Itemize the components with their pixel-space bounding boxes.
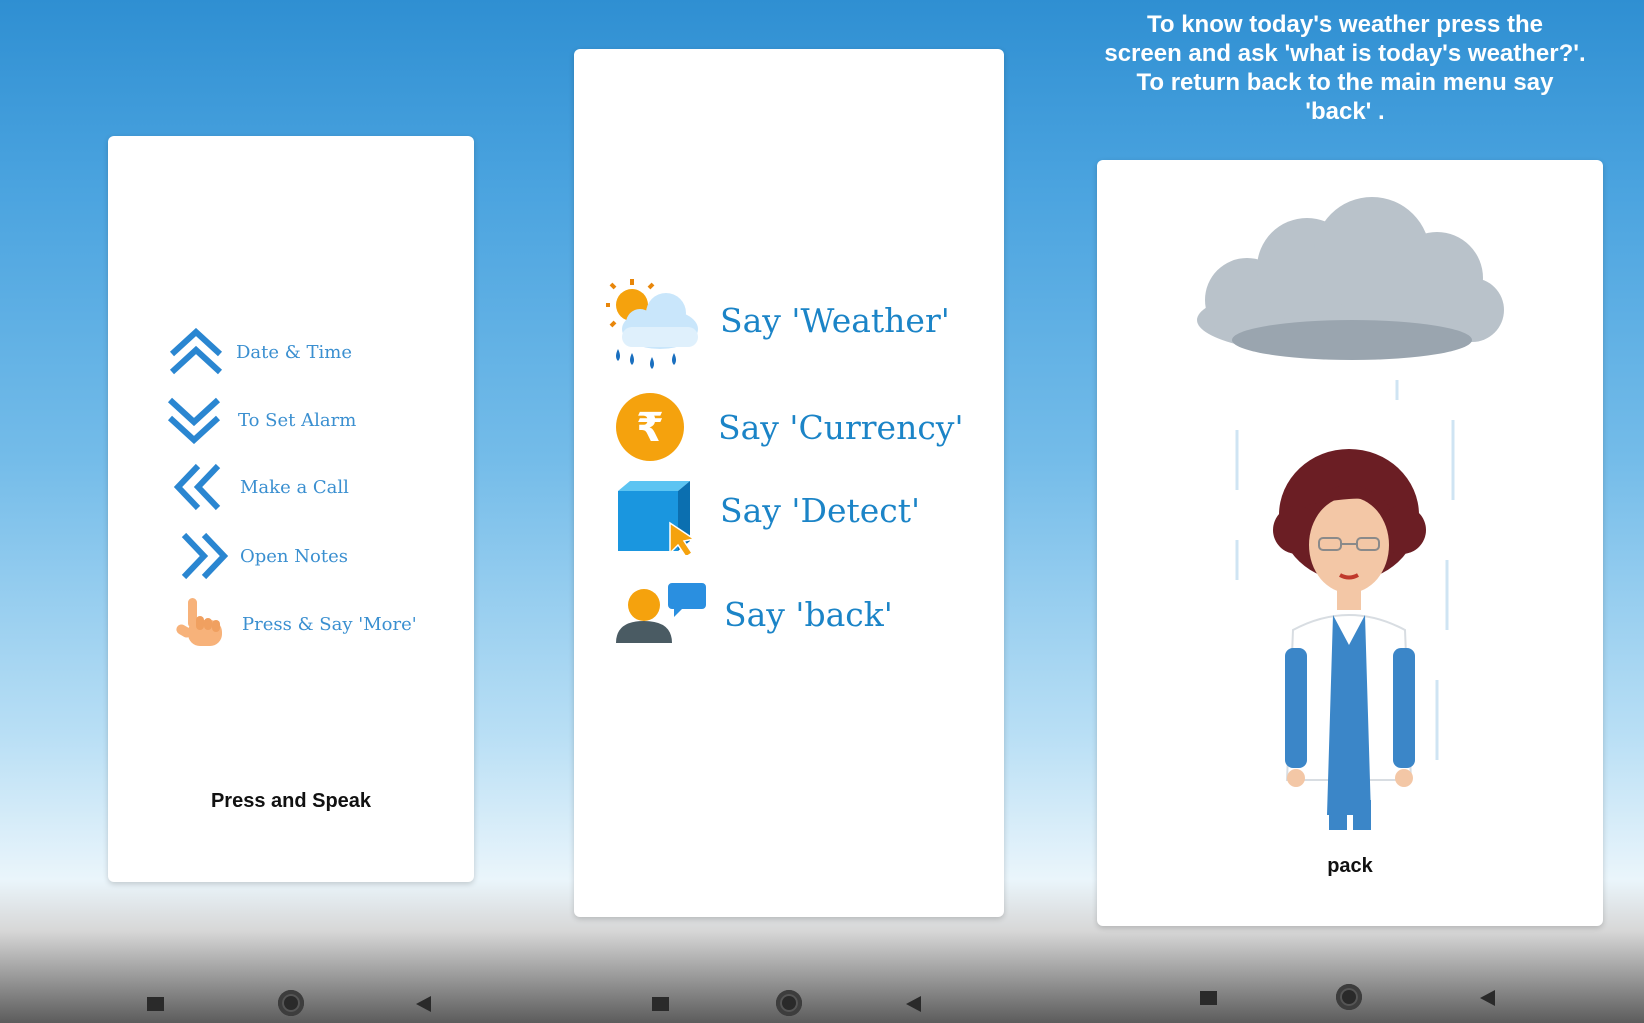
- menu-item-say-more[interactable]: Press & Say 'More': [174, 596, 417, 652]
- svg-text:₹: ₹: [636, 405, 664, 451]
- menu-item-date-time[interactable]: Date & Time: [168, 328, 352, 376]
- android-nav-bar: [1046, 968, 1644, 1023]
- option-label: Say 'back': [724, 594, 893, 634]
- weather-instructions: To know today's weather press the screen…: [1046, 10, 1644, 126]
- option-label: Say 'Currency': [718, 407, 964, 447]
- instruction-line: To know today's weather press the: [1146, 11, 1544, 38]
- instruction-line: To return back to the main menu say: [1136, 69, 1554, 96]
- home-button[interactable]: [278, 990, 304, 1016]
- weather-icon: [606, 279, 698, 369]
- double-chevron-left-icon: [173, 463, 221, 511]
- options-card[interactable]: Say 'Weather' ₹ Say 'Currency' Say 'Dete…: [574, 49, 1004, 917]
- rain-cloud-illustration: [1197, 197, 1504, 830]
- option-detect[interactable]: Say 'Detect': [612, 479, 920, 555]
- screen-more-options: Say 'Weather' ₹ Say 'Currency' Say 'Dete…: [514, 0, 1046, 1023]
- android-nav-bar: [0, 968, 514, 1023]
- menu-item-set-alarm[interactable]: To Set Alarm: [166, 396, 356, 444]
- option-back[interactable]: Say 'back': [614, 581, 893, 647]
- screen-weather: To know today's weather press the screen…: [1046, 0, 1644, 1023]
- double-chevron-up-icon: [169, 328, 223, 375]
- recents-button[interactable]: [1200, 991, 1217, 1005]
- weather-caption: pack: [1327, 855, 1373, 877]
- option-label: Say 'Detect': [720, 490, 921, 530]
- recents-button[interactable]: [147, 997, 164, 1011]
- option-label: Say 'Weather': [720, 300, 950, 340]
- back-button[interactable]: [906, 996, 921, 1012]
- menu-label: Make a Call: [240, 476, 349, 498]
- menu-item-open-notes[interactable]: Open Notes: [178, 531, 348, 581]
- double-chevron-right-icon: [181, 532, 229, 580]
- double-chevron-down-icon: [167, 397, 221, 444]
- menu-label: Date & Time: [236, 341, 352, 363]
- back-button[interactable]: [1480, 990, 1495, 1006]
- main-menu-card[interactable]: Date & Time To Set Alarm Make a Call Ope…: [108, 136, 474, 882]
- option-currency[interactable]: ₹ Say 'Currency': [612, 391, 964, 463]
- back-button[interactable]: [416, 996, 431, 1012]
- press-and-speak-label: Press and Speak: [210, 790, 372, 812]
- rupee-coin-icon: ₹: [616, 393, 684, 461]
- recents-button[interactable]: [652, 997, 669, 1011]
- home-button[interactable]: [776, 990, 802, 1016]
- weather-card[interactable]: pack: [1097, 160, 1603, 926]
- option-weather[interactable]: Say 'Weather': [602, 277, 950, 373]
- menu-label: To Set Alarm: [238, 409, 357, 431]
- girl-figure: [1273, 449, 1426, 830]
- instruction-line: screen and ask 'what is today's weather?…: [1104, 40, 1586, 67]
- home-button[interactable]: [1336, 984, 1362, 1010]
- hand-tap-icon: [176, 598, 222, 646]
- menu-label: Open Notes: [240, 545, 348, 567]
- cube-cursor-icon: [618, 481, 696, 555]
- menu-label: Press & Say 'More': [242, 613, 417, 635]
- instruction-line: 'back' .: [1305, 98, 1385, 125]
- android-nav-bar: [514, 968, 1046, 1023]
- person-chat-icon: [616, 583, 706, 643]
- screen-main-menu: Date & Time To Set Alarm Make a Call Ope…: [0, 0, 514, 1023]
- menu-item-make-call[interactable]: Make a Call: [172, 462, 349, 512]
